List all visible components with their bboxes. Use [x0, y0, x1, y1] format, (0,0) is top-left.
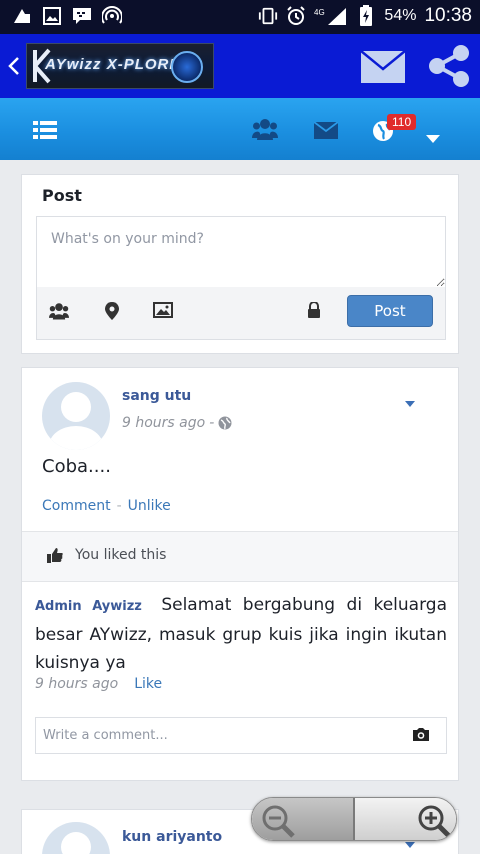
notification-icons [12, 6, 122, 26]
camera-icon[interactable] [412, 727, 432, 745]
composer: Post [36, 216, 446, 340]
battery-icon [356, 5, 376, 26]
action-separator: - [116, 498, 122, 514]
comment-link[interactable]: Comment [42, 498, 111, 514]
clock: 10:38 [424, 5, 472, 26]
share-icon [429, 45, 469, 87]
post-actions: Comment - Unlike [42, 498, 171, 514]
feed-post: sang utu 9 hours ago - Coba.... Comment … [21, 367, 459, 781]
svg-text:4G: 4G [314, 8, 325, 17]
avatar[interactable] [42, 822, 110, 854]
envelope-icon [313, 121, 339, 139]
caret-down-icon [426, 135, 440, 143]
zoom-controls [251, 797, 457, 841]
envelope-icon [360, 50, 406, 83]
post-meta: 9 hours ago - [122, 415, 232, 431]
comment-box [35, 717, 447, 754]
zoom-out-icon [262, 805, 295, 838]
composer-footer: Post [37, 287, 445, 339]
post-composer-card: Post Post [21, 174, 459, 354]
post-time[interactable]: 9 hours ago [122, 415, 205, 431]
likes-text: You liked this [75, 547, 167, 563]
post-composer-title: Post [42, 186, 82, 205]
notification-count-badge: 110 [387, 114, 417, 130]
alarm-icon [286, 6, 306, 26]
users-icon [252, 119, 278, 140]
menu-button[interactable] [33, 121, 57, 143]
tag-friends-icon[interactable] [49, 302, 69, 322]
comment: Admin Aywizz Selamat bergabung di keluar… [35, 591, 447, 677]
likes-summary: You liked this [22, 532, 458, 581]
list-menu-icon [33, 121, 57, 139]
battery-percent: 54% [384, 7, 417, 24]
comment-like-link[interactable]: Like [134, 676, 162, 692]
post-options-caret-icon[interactable] [405, 842, 415, 848]
thumbs-up-icon [47, 548, 63, 563]
chevron-left-icon [8, 57, 19, 75]
system-icons: 4G 54% 10:38 [258, 5, 472, 27]
location-pin-icon[interactable] [105, 302, 125, 322]
image-icon [42, 6, 62, 26]
share-button[interactable] [427, 44, 471, 88]
toolbar: 110 [0, 98, 480, 160]
logo-emblem [171, 51, 203, 83]
logo-text: AYwizz X-PLORE [45, 56, 181, 73]
vibrate-icon [258, 6, 278, 26]
zoom-in-button[interactable] [353, 798, 456, 840]
hotspot-icon [102, 6, 122, 26]
messages-button[interactable] [360, 50, 406, 83]
post-button[interactable]: Post [347, 295, 433, 327]
app-logo[interactable]: AYwizz X-PLORE [26, 43, 214, 89]
divider [22, 581, 458, 582]
bbm-icon [72, 6, 92, 26]
signal-icon: 4G [314, 6, 348, 26]
avatar[interactable] [42, 382, 110, 450]
status-bar: 4G 54% 10:38 [0, 0, 480, 34]
post-body: Coba.... [42, 456, 111, 477]
zoom-in-icon [418, 805, 451, 838]
post-options-caret-icon[interactable] [405, 401, 415, 407]
zoom-out-button[interactable] [252, 798, 353, 840]
app-notification-icon [12, 6, 32, 26]
post-author[interactable]: kun ariyanto [122, 829, 222, 845]
inbox-button[interactable] [313, 121, 339, 143]
status-input[interactable] [37, 217, 445, 287]
post-author[interactable]: sang utu [122, 388, 191, 404]
comment-author[interactable]: Admin Aywizz [35, 599, 142, 614]
friends-button[interactable] [252, 118, 278, 144]
comment-meta: 9 hours ago Like [35, 676, 162, 692]
back-button[interactable] [6, 52, 22, 80]
photo-icon[interactable] [153, 302, 173, 322]
account-dropdown-button[interactable] [426, 128, 440, 147]
comment-time: 9 hours ago [35, 676, 119, 692]
unlike-link[interactable]: Unlike [128, 498, 171, 514]
app-bar: AYwizz X-PLORE [0, 34, 480, 98]
meta-separator: - [209, 415, 215, 431]
comment-input[interactable] [36, 718, 406, 753]
privacy-lock-icon[interactable] [307, 301, 327, 322]
globe-icon [218, 416, 232, 430]
